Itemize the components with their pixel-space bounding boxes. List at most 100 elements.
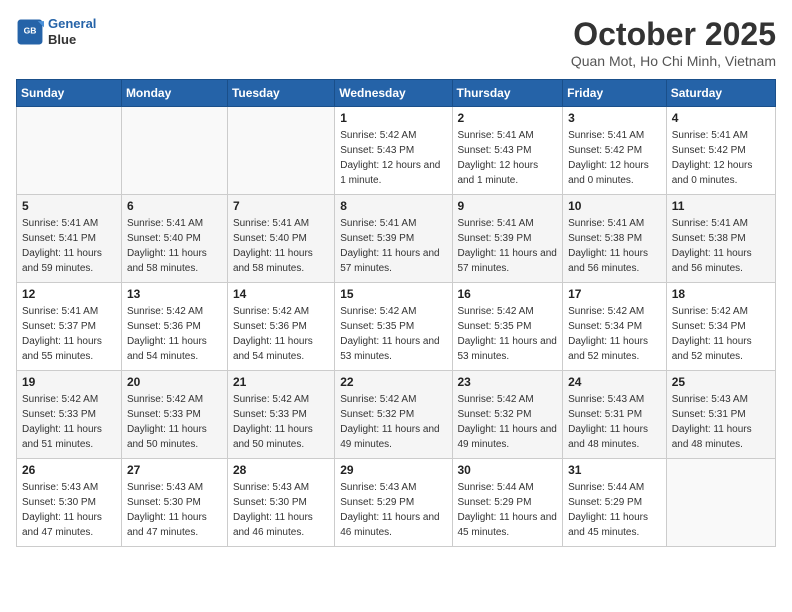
day-cell: 30 Sunrise: 5:44 AMSunset: 5:29 PMDayligh… — [452, 459, 563, 547]
week-row-3: 12Sunrise: 5:41 AMSunset: 5:37 PMDayligh… — [17, 283, 776, 371]
day-info: Sunrise: 5:42 AMSunset: 5:34 PMDaylight:… — [672, 304, 770, 364]
day-info: Sunrise: 5:41 AMSunset: 5:38 PMDaylight:… — [672, 216, 770, 276]
svg-text:GB: GB — [24, 25, 37, 35]
day-cell: 21 Sunrise: 5:42 AMSunset: 5:33 PMDayligh… — [227, 371, 334, 459]
day-cell: 15Sunrise: 5:42 AMSunset: 5:35 PMDayligh… — [335, 283, 452, 371]
day-number: 12 — [22, 287, 116, 301]
day-info: Sunrise: 5:42 AMSunset: 5:36 PMDaylight:… — [233, 304, 329, 364]
day-number: 8 — [340, 199, 446, 213]
day-cell: 12Sunrise: 5:41 AMSunset: 5:37 PMDayligh… — [17, 283, 122, 371]
col-header-tuesday: Tuesday — [227, 80, 334, 107]
day-number: 30 — [458, 463, 558, 477]
day-number: 6 — [127, 199, 222, 213]
day-cell: 16 Sunrise: 5:42 AMSunset: 5:35 PMDayligh… — [452, 283, 563, 371]
logo-text: General Blue — [48, 16, 96, 47]
day-cell: 19 Sunrise: 5:42 AMSunset: 5:33 PMDayligh… — [17, 371, 122, 459]
day-number: 19 — [22, 375, 116, 389]
day-info: Sunrise: 5:44 AMSunset: 5:29 PMDaylight:… — [458, 480, 558, 540]
day-number: 3 — [568, 111, 661, 125]
day-info: Sunrise: 5:41 AMSunset: 5:43 PMDaylight:… — [458, 128, 558, 188]
day-number: 17 — [568, 287, 661, 301]
day-number: 28 — [233, 463, 329, 477]
day-cell: 2 Sunrise: 5:41 AMSunset: 5:43 PMDaylight… — [452, 107, 563, 195]
calendar-header-row: SundayMondayTuesdayWednesdayThursdayFrid… — [17, 80, 776, 107]
day-cell: 11 Sunrise: 5:41 AMSunset: 5:38 PMDayligh… — [666, 195, 775, 283]
day-info: Sunrise: 5:44 AMSunset: 5:29 PMDaylight:… — [568, 480, 661, 540]
day-number: 11 — [672, 199, 770, 213]
day-cell: 20 Sunrise: 5:42 AMSunset: 5:33 PMDayligh… — [121, 371, 227, 459]
day-info: Sunrise: 5:43 AMSunset: 5:30 PMDaylight:… — [22, 480, 116, 540]
logo-line2: Blue — [48, 32, 96, 48]
day-info: Sunrise: 5:41 AMSunset: 5:41 PMDaylight:… — [22, 216, 116, 276]
day-cell: 1Sunrise: 5:42 AMSunset: 5:43 PMDaylight… — [335, 107, 452, 195]
day-number: 24 — [568, 375, 661, 389]
day-number: 9 — [458, 199, 558, 213]
day-info: Sunrise: 5:43 AMSunset: 5:31 PMDaylight:… — [672, 392, 770, 452]
day-number: 14 — [233, 287, 329, 301]
day-cell: 8Sunrise: 5:41 AMSunset: 5:39 PMDaylight… — [335, 195, 452, 283]
day-number: 10 — [568, 199, 661, 213]
day-number: 20 — [127, 375, 222, 389]
day-cell: 29Sunrise: 5:43 AMSunset: 5:29 PMDayligh… — [335, 459, 452, 547]
day-info: Sunrise: 5:41 AMSunset: 5:39 PMDaylight:… — [458, 216, 558, 276]
day-cell: 7 Sunrise: 5:41 AMSunset: 5:40 PMDaylight… — [227, 195, 334, 283]
week-row-5: 26 Sunrise: 5:43 AMSunset: 5:30 PMDayligh… — [17, 459, 776, 547]
day-info: Sunrise: 5:43 AMSunset: 5:29 PMDaylight:… — [340, 480, 446, 540]
col-header-sunday: Sunday — [17, 80, 122, 107]
day-info: Sunrise: 5:41 AMSunset: 5:40 PMDaylight:… — [127, 216, 222, 276]
day-cell: 14 Sunrise: 5:42 AMSunset: 5:36 PMDayligh… — [227, 283, 334, 371]
day-info: Sunrise: 5:42 AMSunset: 5:33 PMDaylight:… — [127, 392, 222, 452]
day-cell: 23Sunrise: 5:42 AMSunset: 5:32 PMDayligh… — [452, 371, 563, 459]
day-number: 31 — [568, 463, 661, 477]
day-number: 26 — [22, 463, 116, 477]
day-cell: 22Sunrise: 5:42 AMSunset: 5:32 PMDayligh… — [335, 371, 452, 459]
day-cell — [121, 107, 227, 195]
logo-line1: General — [48, 16, 96, 31]
day-cell: 9 Sunrise: 5:41 AMSunset: 5:39 PMDaylight… — [452, 195, 563, 283]
day-cell: 6 Sunrise: 5:41 AMSunset: 5:40 PMDaylight… — [121, 195, 227, 283]
day-info: Sunrise: 5:41 AMSunset: 5:38 PMDaylight:… — [568, 216, 661, 276]
col-header-thursday: Thursday — [452, 80, 563, 107]
calendar-table: SundayMondayTuesdayWednesdayThursdayFrid… — [16, 79, 776, 547]
day-number: 5 — [22, 199, 116, 213]
day-info: Sunrise: 5:42 AMSunset: 5:32 PMDaylight:… — [340, 392, 446, 452]
day-info: Sunrise: 5:42 AMSunset: 5:33 PMDaylight:… — [233, 392, 329, 452]
day-number: 2 — [458, 111, 558, 125]
day-number: 15 — [340, 287, 446, 301]
day-info: Sunrise: 5:42 AMSunset: 5:32 PMDaylight:… — [458, 392, 558, 452]
day-info: Sunrise: 5:41 AMSunset: 5:40 PMDaylight:… — [233, 216, 329, 276]
day-number: 21 — [233, 375, 329, 389]
day-cell: 31 Sunrise: 5:44 AMSunset: 5:29 PMDayligh… — [563, 459, 667, 547]
title-block: October 2025 Quan Mot, Ho Chi Minh, Viet… — [571, 16, 776, 69]
day-info: Sunrise: 5:41 AMSunset: 5:42 PMDaylight:… — [568, 128, 661, 188]
day-cell: 13Sunrise: 5:42 AMSunset: 5:36 PMDayligh… — [121, 283, 227, 371]
day-info: Sunrise: 5:43 AMSunset: 5:30 PMDaylight:… — [233, 480, 329, 540]
day-cell: 25 Sunrise: 5:43 AMSunset: 5:31 PMDayligh… — [666, 371, 775, 459]
day-cell: 10 Sunrise: 5:41 AMSunset: 5:38 PMDayligh… — [563, 195, 667, 283]
logo: GB General Blue — [16, 16, 96, 47]
day-cell — [17, 107, 122, 195]
day-cell: 24 Sunrise: 5:43 AMSunset: 5:31 PMDayligh… — [563, 371, 667, 459]
day-cell: 18Sunrise: 5:42 AMSunset: 5:34 PMDayligh… — [666, 283, 775, 371]
location-subtitle: Quan Mot, Ho Chi Minh, Vietnam — [571, 53, 776, 69]
month-title: October 2025 — [571, 16, 776, 53]
day-info: Sunrise: 5:42 AMSunset: 5:34 PMDaylight:… — [568, 304, 661, 364]
day-cell — [666, 459, 775, 547]
page-header: GB General Blue October 2025 Quan Mot, H… — [16, 16, 776, 69]
day-number: 25 — [672, 375, 770, 389]
day-info: Sunrise: 5:43 AMSunset: 5:30 PMDaylight:… — [127, 480, 222, 540]
day-number: 1 — [340, 111, 446, 125]
day-cell: 28 Sunrise: 5:43 AMSunset: 5:30 PMDayligh… — [227, 459, 334, 547]
day-number: 16 — [458, 287, 558, 301]
day-cell: 5 Sunrise: 5:41 AMSunset: 5:41 PMDaylight… — [17, 195, 122, 283]
day-info: Sunrise: 5:42 AMSunset: 5:33 PMDaylight:… — [22, 392, 116, 452]
col-header-wednesday: Wednesday — [335, 80, 452, 107]
col-header-monday: Monday — [121, 80, 227, 107]
day-info: Sunrise: 5:43 AMSunset: 5:31 PMDaylight:… — [568, 392, 661, 452]
day-cell: 3 Sunrise: 5:41 AMSunset: 5:42 PMDaylight… — [563, 107, 667, 195]
week-row-1: 1Sunrise: 5:42 AMSunset: 5:43 PMDaylight… — [17, 107, 776, 195]
week-row-2: 5 Sunrise: 5:41 AMSunset: 5:41 PMDaylight… — [17, 195, 776, 283]
day-cell: 27Sunrise: 5:43 AMSunset: 5:30 PMDayligh… — [121, 459, 227, 547]
day-number: 7 — [233, 199, 329, 213]
day-info: Sunrise: 5:42 AMSunset: 5:35 PMDaylight:… — [458, 304, 558, 364]
